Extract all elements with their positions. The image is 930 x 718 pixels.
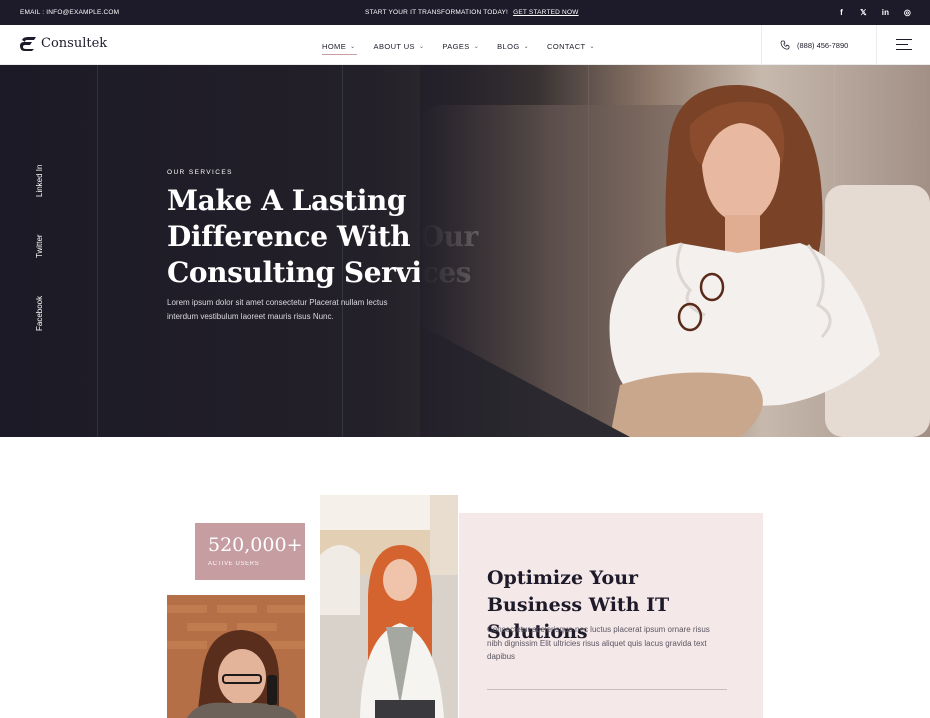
promo-banner: START YOUR IT TRANSFORMATION TODAY! GET … <box>365 9 579 16</box>
facebook-icon[interactable]: f <box>837 6 846 18</box>
contact-email[interactable]: EMAIL : INFO@EXAMPLE.COM <box>20 9 119 16</box>
nav-contact-label: CONTACT <box>547 41 586 51</box>
hero-person-image <box>420 65 930 437</box>
chevron-down-icon: ⌄ <box>350 43 356 50</box>
logo-text: Consultek <box>41 36 108 51</box>
logo[interactable]: Consultek <box>20 36 107 51</box>
topbar-social: f 𝕏 in ◎ <box>837 6 912 18</box>
social-link-linkedin[interactable]: Linked In <box>35 165 44 197</box>
divider <box>487 689 727 690</box>
hero-section: Linked In Twitter Facebook OUR SERVICES … <box>0 65 930 437</box>
chevron-down-icon: ⌄ <box>418 43 425 50</box>
nav-blog-label: BLOG <box>497 41 520 51</box>
it-solutions-card: Optimize Your Business With IT Solutions… <box>459 513 763 718</box>
hero-tagline: OUR SERVICES <box>167 169 233 176</box>
laptop-woman-image <box>320 495 458 718</box>
stat-label: ACTIVE USERS <box>208 561 260 567</box>
x-twitter-icon[interactable]: 𝕏 <box>859 6 868 18</box>
social-link-twitter[interactable]: Twitter <box>35 234 44 258</box>
logo-icon <box>20 36 36 51</box>
chevron-down-icon: ⌄ <box>473 43 480 50</box>
nav-blog[interactable]: BLOG ⌄ <box>497 40 529 52</box>
phone-woman-image <box>167 595 305 718</box>
nav-home[interactable]: HOME ⌄ <box>322 40 357 55</box>
nav-about-label: ABOUT US <box>373 41 415 51</box>
stat-number: 520,000+ <box>208 534 303 556</box>
social-link-facebook[interactable]: Facebook <box>35 296 44 331</box>
nav-about[interactable]: ABOUT US ⌄ <box>374 40 425 52</box>
nav-pages-label: PAGES <box>442 41 470 51</box>
menu-hamburger-icon[interactable] <box>896 39 912 51</box>
main-nav: HOME ⌄ ABOUT US ⌄ PAGES ⌄ BLOG ⌄ CONTACT… <box>322 40 595 55</box>
top-bar: EMAIL : INFO@EXAMPLE.COM START YOUR IT T… <box>0 0 930 25</box>
nav-home-label: HOME <box>322 41 347 51</box>
promo-text: START YOUR IT TRANSFORMATION TODAY! <box>365 9 509 16</box>
info-description: Consectetur scelerisque nec luctus place… <box>487 625 710 661</box>
nav-contact[interactable]: CONTACT ⌄ <box>547 40 595 52</box>
chevron-down-icon: ⌄ <box>589 43 595 50</box>
get-started-link[interactable]: GET STARTED NOW <box>513 9 578 16</box>
instagram-icon[interactable]: ◎ <box>903 6 912 18</box>
phone-number: (888) 456-7890 <box>797 40 849 50</box>
main-header: Consultek HOME ⌄ ABOUT US ⌄ PAGES ⌄ BLOG… <box>0 25 930 65</box>
hero-grid-line <box>97 65 98 437</box>
phone-contact[interactable]: (888) 456-7890 <box>761 25 877 65</box>
phone-icon <box>780 40 790 50</box>
hero-description: Lorem ipsum dolor sit amet consectetur P… <box>167 298 388 321</box>
nav-pages[interactable]: PAGES ⌄ <box>442 40 479 52</box>
active-users-stat-card: 520,000+ ACTIVE USERS <box>195 523 305 580</box>
linkedin-icon[interactable]: in <box>881 6 890 18</box>
chevron-down-icon: ⌄ <box>523 43 530 50</box>
